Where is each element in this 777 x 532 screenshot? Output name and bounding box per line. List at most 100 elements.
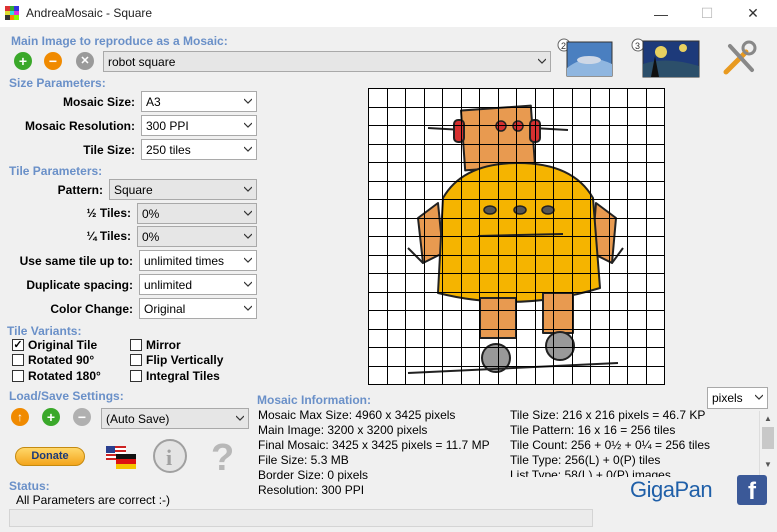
original-tile-checkbox[interactable]: ✓ Original Tile: [12, 338, 97, 352]
rotated-90-label: Rotated 90°: [28, 353, 95, 367]
add-settings-button[interactable]: +: [42, 408, 60, 426]
scroll-up-icon[interactable]: ▲: [764, 414, 772, 423]
svg-text:3: 3: [635, 41, 640, 51]
mosaic-size-label: Mosaic Size:: [62, 95, 135, 109]
load-save-section-label: Load/Save Settings:: [9, 389, 124, 403]
info-line: Border Size: 0 pixels: [258, 468, 369, 482]
svg-text:2: 2: [561, 41, 566, 51]
help-icon[interactable]: ?: [207, 436, 241, 479]
chevron-down-icon: [244, 233, 252, 239]
language-flag-icon[interactable]: [104, 444, 138, 470]
size-params-section-label: Size Parameters:: [9, 76, 106, 90]
settings-value: (Auto Save): [106, 412, 170, 426]
remove-image-button[interactable]: −: [44, 52, 62, 70]
resolution-value: 300 PPI: [146, 119, 189, 133]
mosaic-preview: [368, 88, 665, 385]
remove-settings-button[interactable]: −: [73, 408, 91, 426]
tile-params-section-label: Tile Parameters:: [9, 164, 103, 178]
pattern-label: Pattern:: [57, 183, 103, 197]
mosaic-size-select[interactable]: A3: [141, 91, 257, 112]
info-line: Resolution: 300 PPI: [258, 483, 365, 497]
half-tiles-select[interactable]: 0%: [137, 203, 257, 224]
same-tile-label: Use same tile up to:: [19, 254, 133, 268]
donate-button[interactable]: Donate: [15, 447, 85, 466]
color-change-value: Original: [144, 302, 186, 316]
checkmark-icon: ✓: [12, 338, 24, 351]
tile-variants-section-label: Tile Variants:: [7, 324, 82, 338]
rotated-180-label: Rotated 180°: [28, 369, 101, 383]
settings-tools-icon[interactable]: [722, 40, 758, 76]
mosaic-info-left: Mosaic Max Size: 4960 x 3425 pixels Main…: [258, 408, 490, 498]
settings-select[interactable]: (Auto Save): [101, 408, 249, 429]
maximize-button[interactable]: ☐: [684, 0, 730, 27]
minus-icon: −: [48, 53, 58, 69]
plus-icon: +: [18, 53, 28, 69]
add-image-button[interactable]: +: [14, 52, 32, 70]
status-section-label: Status:: [9, 479, 50, 493]
chevron-down-icon: [244, 122, 252, 128]
unit-select[interactable]: pixels: [707, 387, 768, 409]
info-line: Main Image: 3200 x 3200 pixels: [258, 423, 428, 437]
close-button[interactable]: ✕: [730, 0, 776, 27]
tile-size-label: Tile Size:: [83, 143, 135, 157]
half-tiles-label: ½ Tiles:: [86, 206, 131, 220]
window-title: AndreaMosaic - Square: [26, 6, 153, 20]
svg-text:i: i: [166, 445, 172, 470]
mirror-checkbox[interactable]: Mirror: [130, 338, 181, 352]
chevron-down-icon: [236, 415, 244, 421]
mosaic-size-value: A3: [146, 95, 161, 109]
arrow-up-icon: ↑: [17, 410, 23, 424]
minimize-button[interactable]: —: [638, 0, 684, 27]
chevron-down-icon: [244, 98, 252, 104]
facebook-icon[interactable]: f: [737, 475, 767, 505]
info-line: Tile Pattern: 16 x 16 = 256 tiles: [510, 423, 676, 437]
same-tile-select[interactable]: unlimited times: [139, 250, 257, 271]
integral-tiles-checkbox[interactable]: Integral Tiles: [130, 369, 220, 383]
info-scrollbar[interactable]: ▲ ▼: [759, 411, 775, 481]
rotated-90-checkbox[interactable]: Rotated 90°: [12, 353, 94, 367]
quarter-tiles-value: 0%: [142, 230, 160, 244]
pattern-value: Square: [114, 183, 153, 197]
quarter-tiles-label: ¼ Tiles:: [86, 229, 131, 243]
info-icon[interactable]: i: [152, 438, 188, 474]
dup-spacing-label: Duplicate spacing:: [26, 278, 133, 292]
flip-vertically-checkbox[interactable]: Flip Vertically: [130, 353, 223, 367]
mirror-label: Mirror: [146, 338, 181, 352]
main-image-value: robot square: [108, 55, 176, 69]
unit-value: pixels: [712, 391, 743, 405]
status-message: All Parameters are correct :-): [16, 493, 171, 507]
info-line: Final Mosaic: 3425 x 3425 pixels = 11.7 …: [258, 438, 490, 452]
chevron-down-icon: [244, 257, 252, 263]
tile-list-1-icon[interactable]: 2: [557, 38, 614, 78]
tile-size-select[interactable]: 250 tiles: [141, 139, 257, 160]
quarter-tiles-select[interactable]: 0%: [137, 226, 257, 247]
gigapan-logo[interactable]: GigaPan: [630, 477, 713, 503]
chevron-down-icon: [244, 305, 252, 311]
color-change-select[interactable]: Original: [139, 298, 257, 319]
info-line: Tile Count: 256 + 0½ + 0¼ = 256 tiles: [510, 438, 711, 452]
chevron-down-icon: [244, 186, 252, 192]
half-tiles-value: 0%: [142, 207, 160, 221]
x-icon: ✕: [80, 54, 90, 67]
load-settings-button[interactable]: ↑: [11, 408, 29, 426]
dup-spacing-select[interactable]: unlimited: [139, 274, 257, 295]
scroll-down-icon[interactable]: ▼: [764, 460, 772, 469]
original-tile-label: Original Tile: [28, 338, 98, 352]
chevron-down-icon: [755, 394, 763, 400]
chevron-down-icon: [244, 281, 252, 287]
app-icon: [5, 6, 19, 20]
integral-tiles-label: Integral Tiles: [146, 369, 220, 383]
tile-size-value: 250 tiles: [146, 143, 191, 157]
main-image-select[interactable]: robot square: [103, 51, 551, 72]
chevron-down-icon: [244, 210, 252, 216]
flip-vertically-label: Flip Vertically: [146, 353, 224, 367]
resolution-select[interactable]: 300 PPI: [141, 115, 257, 136]
info-line: Tile Type: 256(L) + 0(P) tiles: [510, 453, 661, 467]
info-line: Mosaic Max Size: 4960 x 3425 pixels: [258, 408, 456, 422]
rotated-180-checkbox[interactable]: Rotated 180°: [12, 369, 101, 383]
scroll-thumb[interactable]: [762, 427, 774, 449]
clear-image-button[interactable]: ✕: [76, 52, 94, 70]
progress-bar: [9, 509, 593, 527]
pattern-select[interactable]: Square: [109, 179, 257, 200]
tile-list-2-icon[interactable]: 3: [631, 38, 701, 78]
